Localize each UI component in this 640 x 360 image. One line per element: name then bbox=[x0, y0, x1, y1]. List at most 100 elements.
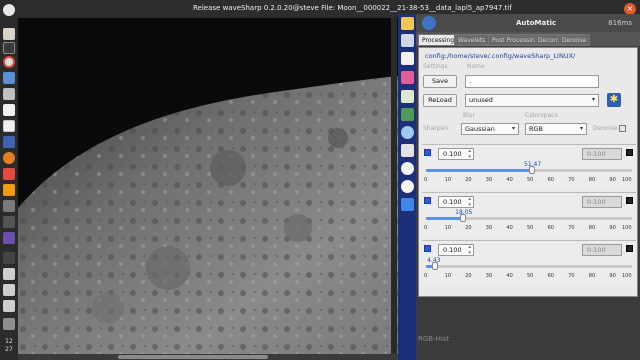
rgb-hist-label: RGB-Hist bbox=[418, 335, 450, 343]
layer-2-slider-handle[interactable] bbox=[460, 214, 467, 222]
sharpen-layer-3: 0.100 ▴ ▾ 0.100 4.43 0 10 20 30 40 50 60 70 80 90 10… bbox=[422, 240, 636, 286]
layer-3-amount[interactable]: 0.100 ▴ ▾ bbox=[438, 244, 474, 256]
ubuntu-logo-icon[interactable] bbox=[3, 4, 15, 16]
circle-icon[interactable] bbox=[401, 162, 414, 175]
vertical-scrollbar[interactable] bbox=[391, 18, 397, 354]
preset-select[interactable]: unused ▾ bbox=[465, 94, 599, 107]
move-icon[interactable] bbox=[401, 198, 414, 211]
app-icon[interactable] bbox=[3, 216, 15, 228]
layer-2-slider-fill bbox=[426, 217, 464, 220]
tick-label: 70 bbox=[568, 273, 575, 279]
app-icon[interactable] bbox=[3, 284, 15, 296]
layers-icon[interactable] bbox=[401, 144, 414, 157]
sharpen-layer-2: 0.100 ▴ ▾ 0.100 18.05 0 10 20 30 40 50 60 70 80 90 1… bbox=[422, 192, 636, 238]
colorspace-label: Colorspace bbox=[525, 112, 559, 119]
save-icon[interactable] bbox=[401, 34, 414, 47]
stepper-icon: ▴ ▾ bbox=[468, 148, 471, 160]
app-icon[interactable] bbox=[3, 268, 15, 280]
color-icon[interactable] bbox=[401, 71, 414, 84]
layer-1-slider-handle[interactable] bbox=[529, 166, 536, 174]
files-icon[interactable] bbox=[3, 28, 15, 40]
document-icon[interactable] bbox=[401, 52, 414, 65]
layer-3-ticks: 0 10 20 30 40 50 60 70 80 90 100 bbox=[424, 273, 632, 279]
layer-3-checkbox[interactable] bbox=[424, 245, 431, 252]
tab-denoise[interactable]: Denoise bbox=[558, 34, 591, 46]
tick-label: 40 bbox=[506, 225, 513, 231]
blur-value: Gaussian bbox=[465, 125, 495, 133]
tab-bar: Processing Wavelets Post Processing Deco… bbox=[416, 32, 640, 46]
app-icon[interactable] bbox=[3, 200, 15, 212]
app-icon[interactable] bbox=[3, 252, 15, 264]
tick-label: 40 bbox=[506, 177, 513, 183]
layer-1-slider-fill bbox=[426, 169, 533, 172]
text-editor-icon[interactable] bbox=[3, 88, 15, 100]
colorspace-value: RGB bbox=[529, 125, 544, 133]
layer-3-denoise-checkbox[interactable] bbox=[626, 245, 633, 252]
layer-1-denoise-checkbox[interactable] bbox=[626, 149, 633, 156]
tick-label: 20 bbox=[465, 225, 472, 231]
panel-header: AutoMatic 816ms bbox=[416, 14, 640, 32]
layer-2-slider-track[interactable] bbox=[426, 217, 632, 220]
settings-panel: AutoMatic 816ms Processing Wavelets Post… bbox=[416, 14, 640, 360]
layer-1-amount[interactable]: 0.100 ▴ ▾ bbox=[438, 148, 474, 160]
tick-label: 30 bbox=[485, 225, 493, 231]
colorspace-select[interactable]: RGB ▾ bbox=[525, 123, 587, 135]
processing-pane: config:/home/steve/.config/waveSharp_LIN… bbox=[418, 47, 638, 297]
denoise-checkbox[interactable] bbox=[619, 125, 626, 132]
image-viewer[interactable] bbox=[18, 18, 398, 360]
reload-button[interactable]: ReLoad bbox=[423, 94, 457, 107]
app-icon[interactable] bbox=[3, 232, 15, 244]
timing-value: 816ms bbox=[608, 19, 632, 27]
tick-label: 90 bbox=[609, 177, 616, 183]
tick-label: 90 bbox=[609, 225, 616, 231]
photo-icon[interactable] bbox=[3, 184, 15, 196]
app-icon[interactable] bbox=[3, 300, 15, 312]
document-icon[interactable] bbox=[3, 104, 15, 116]
folder-open-icon[interactable] bbox=[401, 17, 414, 30]
zoom-icon[interactable] bbox=[401, 126, 414, 139]
trash-icon[interactable] bbox=[3, 318, 15, 330]
name-label: Name bbox=[467, 63, 485, 70]
denoise-label: Denoise bbox=[593, 125, 618, 132]
blur-select[interactable]: Gaussian ▾ bbox=[461, 123, 519, 135]
layer-2-denoise-checkbox[interactable] bbox=[626, 197, 633, 204]
star-icon[interactable]: ✱ bbox=[607, 93, 621, 107]
layer-3-slider-handle[interactable] bbox=[432, 262, 439, 270]
horizontal-scrollbar[interactable] bbox=[18, 354, 398, 360]
layer-1-denoise[interactable]: 0.100 bbox=[582, 148, 622, 160]
software-icon[interactable] bbox=[3, 120, 15, 132]
pen-icon[interactable] bbox=[401, 180, 414, 193]
terminal-icon[interactable] bbox=[3, 42, 15, 54]
tick-label: 80 bbox=[588, 273, 596, 279]
scrollbar-thumb[interactable] bbox=[118, 355, 268, 359]
tick-label: 20 bbox=[465, 273, 472, 279]
layer-2-checkbox[interactable] bbox=[424, 197, 431, 204]
tab-processing[interactable]: Processing bbox=[418, 34, 459, 46]
layer-3-denoise[interactable]: 0.100 bbox=[582, 244, 622, 256]
save-button[interactable]: Save bbox=[423, 75, 457, 88]
histogram-icon[interactable] bbox=[401, 108, 414, 121]
layer-2-denoise[interactable]: 0.100 bbox=[582, 196, 622, 208]
layer-1-checkbox[interactable] bbox=[424, 149, 431, 156]
window-title: Release waveSharp 0.2.0.20@steve File: M… bbox=[193, 4, 512, 12]
desktop: 12 27 Release waveSharp 0.2.0.20@steve F… bbox=[0, 0, 640, 360]
settings-icon[interactable] bbox=[3, 72, 15, 84]
help-icon[interactable] bbox=[3, 136, 15, 148]
tick-label: 80 bbox=[588, 177, 596, 183]
tick-label: 0 bbox=[424, 273, 428, 279]
tab-wavelets[interactable]: Wavelets bbox=[454, 34, 490, 46]
refresh-icon[interactable] bbox=[422, 16, 436, 30]
firefox-icon[interactable] bbox=[3, 152, 15, 164]
clock-hour: 12 bbox=[5, 338, 13, 345]
layer-3-slider-track[interactable] bbox=[426, 265, 632, 268]
tick-label: 50 bbox=[527, 225, 534, 231]
layer-2-ticks: 0 10 20 30 40 50 60 70 80 90 100 bbox=[424, 225, 632, 231]
tool-strip bbox=[398, 14, 416, 360]
name-field[interactable]: . bbox=[465, 75, 599, 88]
chrome-icon[interactable] bbox=[3, 56, 15, 68]
histogram-icon[interactable] bbox=[401, 90, 414, 103]
calendar-icon[interactable] bbox=[3, 168, 15, 180]
tick-label: 10 bbox=[444, 225, 451, 231]
layer-2-amount[interactable]: 0.100 ▴ ▾ bbox=[438, 196, 474, 208]
tick-label: 70 bbox=[568, 177, 575, 183]
